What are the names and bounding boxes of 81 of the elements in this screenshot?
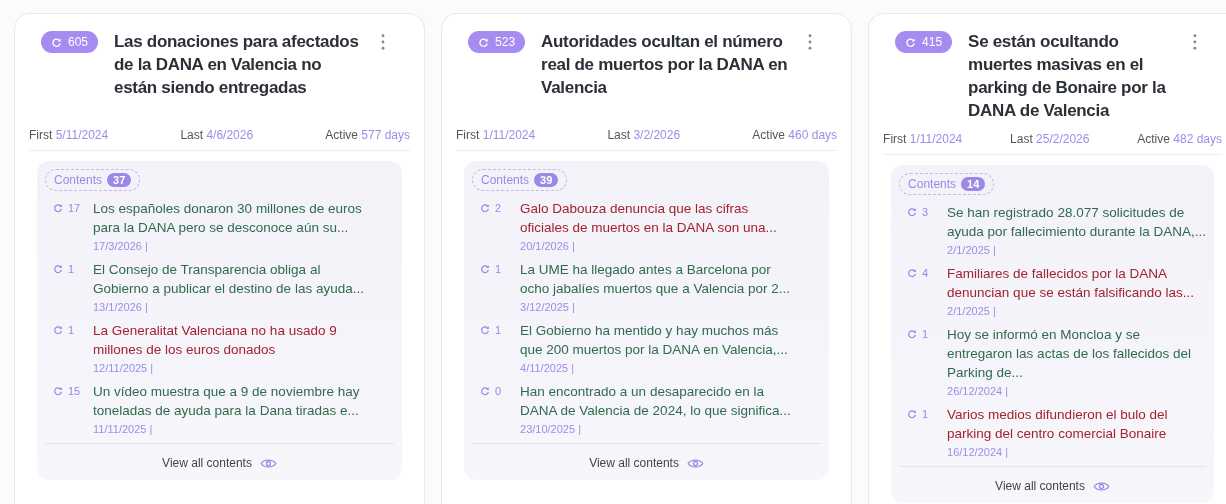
content-date: 23/10/2025 | [520, 423, 582, 435]
active-days: Active 460 days [752, 128, 838, 142]
contents-count: 39 [534, 173, 559, 187]
content-link[interactable]: Hoy se informó en Moncloa y se entregaron las actas de los fallecidos del Parking de... [947, 325, 1206, 382]
eye-icon [1092, 480, 1110, 492]
last-date: Last 25/2/2026 [1010, 132, 1090, 146]
first-date: First 1/11/2024 [883, 132, 963, 146]
card-title: Las donaciones para afectados de la DANA en Valencia no están siendo entregadas [114, 31, 360, 99]
content-link[interactable]: Se han registrado 28.077 solicitudes de ayuda por fallecimiento durante la DANA,... [947, 203, 1206, 241]
content-date: 26/12/2024 | [947, 385, 1010, 397]
share-count: 1 [495, 324, 502, 336]
active-days: Active 482 days [1137, 132, 1222, 146]
first-date: First 5/11/2024 [29, 128, 109, 142]
refresh-icon [51, 36, 62, 48]
view-all-link[interactable]: View all contents [162, 456, 252, 470]
refresh-icon [907, 207, 918, 217]
content-link[interactable]: Han encontrado a un desaparecido en la DANA de Valencia de 2024, lo que significa... [520, 382, 796, 420]
more-options-icon[interactable] [1192, 33, 1198, 51]
contents-count: 14 [961, 177, 986, 191]
content-date: 12/11/2025 | [93, 362, 155, 374]
first-date: First 1/11/2024 [456, 128, 536, 142]
content-date: 13/1/2026 | [93, 301, 149, 313]
share-count: 523 [495, 35, 516, 49]
share-count: 1 [495, 263, 502, 275]
refresh-icon [480, 264, 491, 274]
content-link[interactable]: Galo Dabouza denuncia que las cifras oficiales de muertos en la DANA son una... [520, 199, 796, 237]
content-date: 3/12/2025 | [520, 301, 576, 313]
eye-icon [259, 457, 277, 469]
refresh-icon [53, 264, 63, 274]
share-count: 415 [922, 35, 943, 49]
content-date: 11/11/2025 | [93, 423, 154, 435]
eye-icon [686, 457, 704, 469]
content-link[interactable]: La UME ha llegado antes a Barcelona por ocho jabalíes muertos que a Valencia por 2... [520, 260, 796, 298]
refresh-icon [53, 325, 63, 335]
share-count: 0 [495, 385, 502, 397]
share-count: 4 [922, 267, 929, 279]
share-count: 1 [922, 408, 929, 420]
content-date: 2/1/2025 | [947, 244, 997, 256]
share-count: 1 [922, 328, 929, 340]
refresh-icon [53, 203, 63, 213]
refresh-icon [480, 325, 491, 335]
refresh-icon [480, 203, 491, 213]
share-count: 3 [922, 206, 929, 218]
content-link[interactable]: Un vídeo muestra que a 9 de noviembre hay toneladas de ayuda para la Dana tiradas e... [93, 382, 368, 420]
share-count: 17 [68, 202, 81, 214]
share-count: 2 [495, 202, 502, 214]
content-link[interactable]: El Gobierno ha mentido y hay muchos más que 200 muertos por la DANA en Valencia,... [520, 321, 796, 359]
refresh-icon [907, 409, 918, 419]
content-link[interactable]: La Generalitat Valenciana no ha usado 9 millones de los euros donados [93, 321, 368, 359]
last-date: Last 4/6/2026 [180, 128, 254, 142]
contents-label: Contents [54, 173, 103, 187]
share-count: 1 [68, 324, 75, 336]
contents-label: Contents [908, 177, 957, 191]
content-date: 4/11/2025 | [520, 362, 576, 374]
refresh-icon [478, 36, 490, 48]
content-link[interactable]: Los españoles donaron 30 millones de euros para la DANA pero se desconoce aún su... [93, 199, 368, 237]
card-title: Autoridades ocultan el número real de muertos por la DANA en Valencia [541, 31, 789, 99]
contents-label: Contents [481, 173, 530, 187]
view-all-link[interactable]: View all contents [589, 456, 679, 470]
more-options-icon[interactable] [380, 33, 387, 51]
more-options-icon[interactable] [807, 33, 814, 51]
active-days: Active 577 days [325, 128, 411, 142]
view-all-link[interactable]: View all contents [995, 479, 1085, 493]
share-count: 1 [68, 263, 75, 275]
content-link[interactable]: El Consejo de Transparencia obliga al Gobierno a publicar el destino de las ayuda... [93, 260, 368, 298]
refresh-icon [480, 386, 491, 396]
refresh-icon [907, 329, 918, 339]
content-link[interactable]: Varios medios difundieron el bulo del parking del centro comercial Bonaire [947, 405, 1206, 443]
content-date: 2/1/2025 | [947, 305, 997, 317]
content-date: 20/1/2026 | [520, 240, 576, 252]
contents-count: 37 [107, 173, 132, 187]
share-count: 15 [68, 385, 81, 397]
refresh-icon [905, 36, 917, 48]
last-date: Last 3/2/2026 [607, 128, 681, 142]
refresh-icon [907, 268, 918, 278]
share-count: 605 [68, 35, 89, 49]
content-link[interactable]: Familiares de fallecidos por la DANA denuncian que se están falsificando las... [947, 264, 1206, 302]
content-date: 17/3/2026 | [93, 240, 149, 252]
refresh-icon [53, 386, 63, 396]
content-date: 16/12/2024 | [947, 446, 1010, 458]
card-title: Se están ocultando muertes masivas en el parking de Bonaire por la DANA de Valencia [968, 31, 1167, 122]
